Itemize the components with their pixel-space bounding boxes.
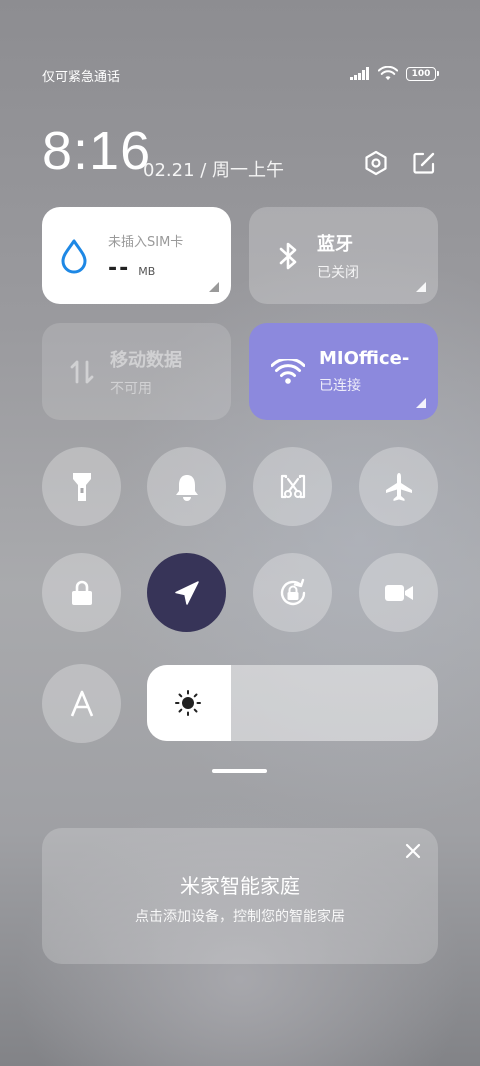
clock-date: 02.21 / 周一上午 (143, 160, 285, 181)
sim-status-label: 未插入SIM卡 (108, 234, 184, 250)
wifi-icon (271, 358, 305, 384)
airplane-icon (385, 472, 412, 501)
close-icon[interactable] (404, 842, 422, 860)
smart-home-card[interactable]: 米家智能家庭 点击添加设备，控制您的智能家居 (42, 828, 438, 964)
edit-icon[interactable] (410, 149, 438, 177)
screenshot-toggle[interactable] (253, 447, 332, 526)
smart-home-title: 米家智能家庭 (180, 874, 300, 898)
data-usage-value: -- (108, 255, 131, 281)
mobile-data-tile[interactable]: 移动数据 不可用 (42, 323, 231, 420)
water-drop-icon (61, 239, 87, 273)
location-arrow-icon (174, 580, 199, 605)
battery-level: 100 (411, 68, 431, 79)
location-toggle[interactable] (147, 553, 226, 632)
battery-icon: 100 (406, 66, 439, 81)
status-icons: 100 (350, 66, 439, 81)
screen-record-toggle[interactable] (359, 553, 438, 632)
video-camera-icon (384, 584, 413, 601)
lock-screen-toggle[interactable] (42, 553, 121, 632)
data-usage-unit: MB (138, 264, 156, 278)
wifi-tile[interactable]: MIOffice- 已连接 (249, 323, 438, 420)
lock-icon (71, 580, 92, 605)
status-carrier-text: 仅可紧急通话 (42, 70, 121, 85)
bluetooth-tile[interactable]: 蓝牙 已关闭 (249, 207, 438, 304)
brightness-slider[interactable] (147, 665, 438, 741)
panel-drag-handle[interactable] (212, 769, 267, 773)
mobile-data-title: 移动数据 (110, 349, 182, 371)
mobile-data-status: 不可用 (110, 380, 152, 397)
settings-icon[interactable] (362, 149, 390, 177)
rotation-lock-icon (280, 578, 305, 605)
silent-toggle[interactable] (147, 447, 226, 526)
flashlight-icon (72, 472, 91, 501)
expand-corner-icon (416, 398, 426, 408)
bluetooth-status: 已关闭 (317, 264, 359, 281)
bluetooth-icon (279, 242, 297, 269)
rotation-lock-toggle[interactable] (253, 553, 332, 632)
brightness-sun-icon (175, 690, 201, 716)
smart-home-subtitle: 点击添加设备，控制您的智能家居 (135, 909, 345, 925)
bluetooth-title: 蓝牙 (317, 233, 353, 255)
bell-icon (175, 474, 198, 501)
mobile-data-arrows-icon (70, 360, 94, 383)
airplane-mode-toggle[interactable] (359, 447, 438, 526)
flashlight-toggle[interactable] (42, 447, 121, 526)
signal-icon (350, 67, 369, 80)
scissors-screenshot-icon (280, 474, 305, 498)
font-a-icon (70, 690, 93, 716)
wifi-status-icon (378, 66, 398, 81)
font-size-toggle[interactable] (42, 664, 121, 743)
wifi-network-name: MIOffice- (319, 348, 410, 369)
expand-corner-icon (209, 282, 219, 292)
clock-time: 8:16 (42, 121, 152, 181)
expand-corner-icon (416, 282, 426, 292)
data-usage-tile[interactable]: 未插入SIM卡 -- MB (42, 207, 231, 304)
wifi-status: 已连接 (319, 378, 361, 394)
